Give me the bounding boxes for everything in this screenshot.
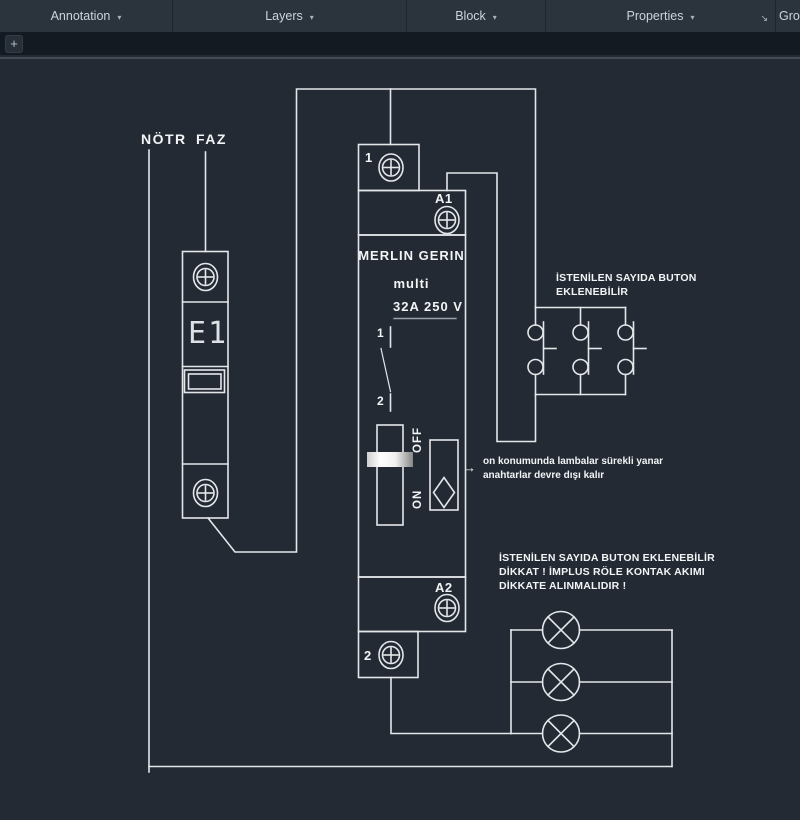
terminal-screw-icon: [379, 642, 403, 669]
terminal-screw-icon: [435, 595, 459, 622]
ribbon-bar: Annotation ▾ Layers ▾ Block ▾ Properties…: [0, 0, 800, 32]
switch-on-label: ON: [412, 479, 424, 509]
ribbon-panel-groups-label: Grou: [779, 9, 800, 23]
switch-note-line1: on konumunda lambalar sürekli yanar: [483, 456, 663, 467]
warning-note-line1: İSTENİLEN SAYIDA BUTON EKLENEBİLİR: [499, 552, 715, 564]
lamp-bank: [391, 612, 672, 767]
phase-label: FAZ: [196, 131, 227, 147]
lamp-icon: [543, 664, 580, 701]
relay-terminal-a2-label: A2: [435, 580, 453, 595]
chevron-down-icon: ▾: [690, 11, 694, 22]
lamp-feed-wire: [391, 678, 511, 734]
ribbon-panel-block[interactable]: Block ▾: [407, 0, 546, 32]
chevron-down-icon: ▾: [117, 11, 121, 22]
breaker-name-label: E1: [188, 316, 228, 351]
switch-off-label: OFF: [412, 425, 424, 453]
contact-1-label: 1: [377, 326, 384, 340]
contact-2-label: 2: [377, 394, 384, 408]
neutral-label: NÖTR: [141, 131, 187, 147]
diamond-indicator-icon: [434, 478, 455, 508]
terminal-screw-icon: [379, 154, 403, 181]
ribbon-panel-annotation[interactable]: Annotation ▾: [0, 0, 173, 32]
lamp-icon: [543, 612, 580, 649]
terminal-screw-icon: [194, 480, 218, 507]
ribbon-panel-properties-label: Properties: [627, 9, 684, 23]
pushbutton-bank: [528, 308, 646, 395]
relay-brand-label: MERLIN GERIN: [358, 248, 465, 263]
panel-launcher-icon[interactable]: ↘: [760, 13, 768, 24]
ribbon-panel-layers-label: Layers: [265, 9, 303, 23]
model-space-canvas[interactable]: NÖTR FAZ E1 1 A1 MERLIN GERIN multi 32A …: [0, 55, 800, 820]
lamp-icon: [543, 715, 580, 752]
schematic-drawing: [0, 55, 800, 820]
ribbon-panel-annotation-label: Annotation: [51, 9, 111, 23]
chevron-down-icon: ▾: [493, 11, 497, 22]
new-tab-button[interactable]: +: [5, 35, 23, 53]
terminal-screw-icon: [435, 207, 459, 234]
circuit-breaker-symbol: [183, 252, 229, 519]
ribbon-panel-layers[interactable]: Layers ▾: [173, 0, 407, 32]
buttons-note-line1: İSTENİLEN SAYIDA BUTON: [556, 272, 697, 284]
impulse-relay-symbol: [359, 145, 466, 678]
relay-terminal-a1-label: A1: [435, 191, 453, 206]
terminal-screw-icon: [194, 264, 218, 291]
relay-terminal-1-label: 1: [365, 150, 373, 165]
warning-note-line2: DİKKAT ! İMPLUS RÖLE KONTAK AKIMI: [499, 566, 705, 578]
relay-terminal-2-label: 2: [364, 648, 372, 663]
ribbon-panel-properties[interactable]: Properties ▾ ↘: [546, 0, 776, 32]
ribbon-panel-groups[interactable]: Grou: [776, 0, 800, 32]
relay-rating-label: 32A 250 V: [393, 299, 463, 314]
relay-model-label: multi: [358, 276, 465, 291]
file-tab-strip: +: [0, 32, 800, 55]
ribbon-panel-block-label: Block: [455, 9, 486, 23]
switch-note-line2: anahtarlar devre dışı kalır: [483, 470, 604, 481]
chevron-down-icon: ▾: [310, 11, 314, 22]
buttons-note-line2: EKLENEBİLİR: [556, 286, 628, 298]
switch-handle: [367, 452, 413, 467]
warning-note-line3: DİKKATE ALINMALIDIR !: [499, 580, 626, 592]
leader-arrow-icon: →: [463, 460, 476, 475]
